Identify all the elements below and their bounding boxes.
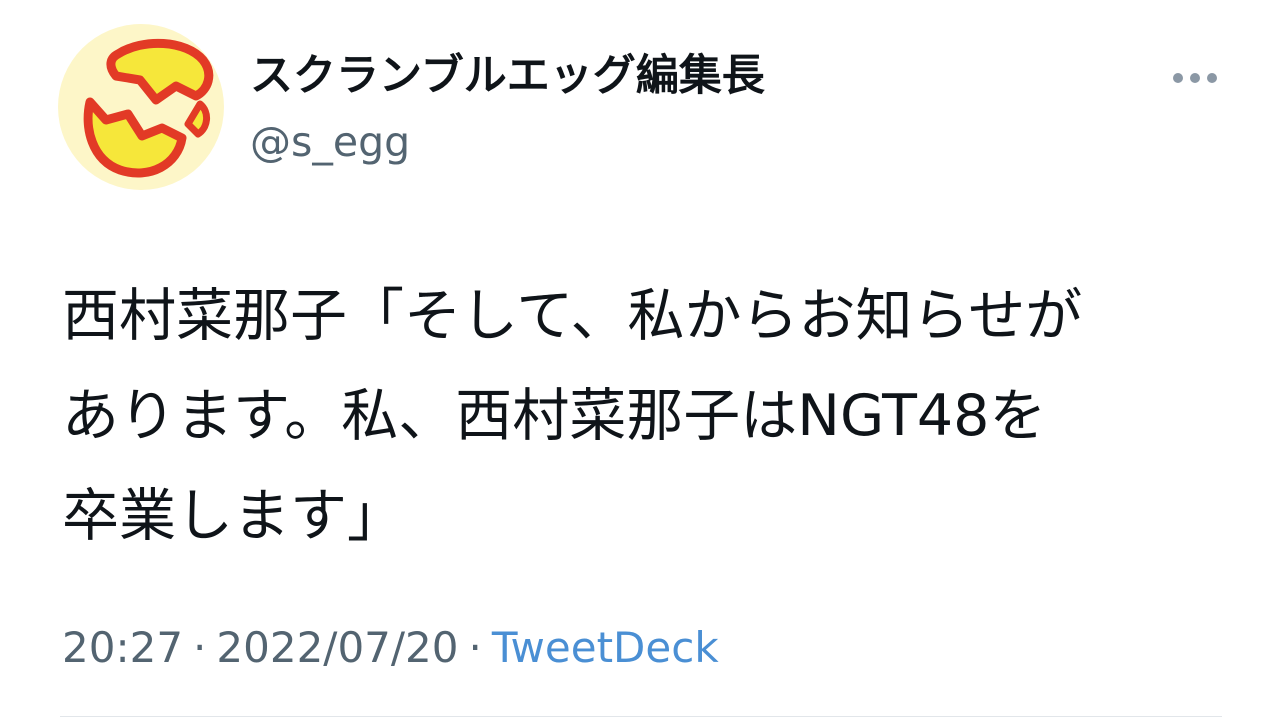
tweet-text-line: 西村菜那子「そして、私からお知らせが (62, 283, 1083, 349)
meta-separator: · (468, 623, 482, 672)
tweet-detail: スクランブルエッグ編集長 @s_egg 西村菜那子「そして、私からお知らせが あ… (0, 0, 1280, 720)
tweet-text-line: あります。私、西村菜那子はNGT48を (62, 383, 1047, 449)
cracked-egg-icon (83, 38, 214, 178)
avatar[interactable] (58, 24, 224, 190)
author-display-name[interactable]: スクランブルエッグ編集長 (250, 48, 765, 104)
author-handle[interactable]: @s_egg (250, 116, 410, 168)
more-dot (1190, 73, 1200, 83)
tweet-time[interactable]: 20:27 (62, 623, 183, 672)
more-options-icon[interactable] (1168, 58, 1222, 98)
more-dot (1173, 73, 1183, 83)
tweet-date[interactable]: 2022/07/20 (216, 623, 458, 672)
tweet-text-line: 卒業します」 (62, 483, 404, 549)
divider (60, 716, 1222, 717)
more-dot (1207, 73, 1217, 83)
tweet-text: 西村菜那子「そして、私からお知らせが あります。私、西村菜那子はNGT48を 卒… (62, 266, 1232, 566)
tweet-meta: 20:27 · 2022/07/20 · TweetDeck (62, 620, 719, 676)
tweet-source-link[interactable]: TweetDeck (492, 623, 719, 672)
meta-separator: · (193, 623, 207, 672)
